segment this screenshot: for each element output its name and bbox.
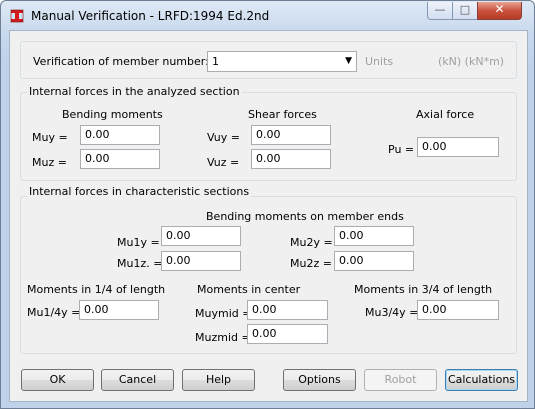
app-icon (10, 9, 24, 23)
maximize-icon: □ (459, 3, 471, 16)
bending-moments-title: Bending moments (62, 108, 163, 121)
member-number-value: 1 (212, 55, 219, 68)
muzmid-label: Muzmid = (195, 331, 251, 344)
quarter-length-title: Moments in 1/4 of length (27, 283, 166, 296)
close-button[interactable]: ✕ (477, 2, 522, 20)
mu1z-label: Mu1z. = (117, 257, 163, 270)
center-title: Moments in center (197, 283, 301, 296)
help-button[interactable]: Help (182, 369, 255, 391)
mu14y-label: Mu1/4y = (27, 306, 81, 319)
mu2y-input[interactable]: 0.00 (334, 226, 414, 246)
mu1y-label: Mu1y = (117, 236, 160, 249)
mu2z-input[interactable]: 0.00 (334, 251, 414, 271)
robot-button[interactable]: Robot (364, 369, 437, 391)
characteristic-sections-group-label: Internal forces in characteristic sectio… (27, 185, 252, 198)
muy-input[interactable]: 0.00 (80, 125, 160, 145)
options-button[interactable]: Options (283, 369, 356, 391)
close-icon: ✕ (494, 2, 505, 16)
window-title: Manual Verification - LRFD:1994 Ed.2nd (31, 9, 270, 23)
member-number-combo[interactable]: 1 ▼ (207, 51, 357, 72)
pu-input[interactable]: 0.00 (417, 137, 499, 157)
minimize-icon: — (434, 3, 446, 16)
mu2z-label: Mu2z = (290, 257, 332, 270)
vuy-input[interactable]: 0.00 (251, 125, 331, 145)
vuz-input[interactable]: 0.00 (251, 149, 331, 169)
member-ends-title: Bending moments on member ends (206, 210, 404, 223)
units-label: Units (365, 55, 394, 68)
muz-input[interactable]: 0.00 (80, 149, 160, 169)
member-number-label: Verification of member number: (33, 55, 209, 68)
vuz-label: Vuz = (207, 156, 240, 169)
muzmid-input[interactable]: 0.00 (247, 324, 328, 344)
muy-label: Muy = (32, 131, 68, 144)
axial-force-title: Axial force (416, 108, 475, 121)
title-bar[interactable]: Manual Verification - LRFD:1994 Ed.2nd —… (1, 1, 534, 31)
internal-forces-group-label: Internal forces in the analyzed section (27, 85, 242, 98)
vuy-label: Vuy = (207, 131, 240, 144)
ok-button[interactable]: OK (21, 369, 94, 391)
shear-forces-title: Shear forces (248, 108, 317, 121)
cancel-button[interactable]: Cancel (101, 369, 174, 391)
muz-label: Muz = (32, 156, 67, 169)
mu1y-input[interactable]: 0.00 (161, 226, 241, 246)
dialog-client: Verification of member number: 1 ▼ Units… (9, 30, 528, 402)
calculations-button[interactable]: Calculations (445, 369, 518, 391)
mu1z-input[interactable]: 0.00 (161, 251, 241, 271)
mu34y-input[interactable]: 0.00 (417, 300, 499, 320)
pu-label: Pu = (388, 143, 415, 156)
maximize-button[interactable]: □ (452, 2, 478, 20)
minimize-button[interactable]: — (427, 2, 453, 20)
mu34y-label: Mu3/4y = (365, 306, 419, 319)
chevron-down-icon[interactable]: ▼ (345, 56, 352, 66)
muymid-input[interactable]: 0.00 (247, 300, 328, 320)
dialog-window: Manual Verification - LRFD:1994 Ed.2nd —… (0, 0, 535, 409)
mu2y-label: Mu2y = (290, 236, 333, 249)
muymid-label: Muymid = (195, 307, 252, 320)
units-value: (kN) (kN*m) (438, 55, 505, 68)
three-quarter-length-title: Moments in 3/4 of length (354, 283, 493, 296)
mu14y-input[interactable]: 0.00 (79, 300, 159, 320)
